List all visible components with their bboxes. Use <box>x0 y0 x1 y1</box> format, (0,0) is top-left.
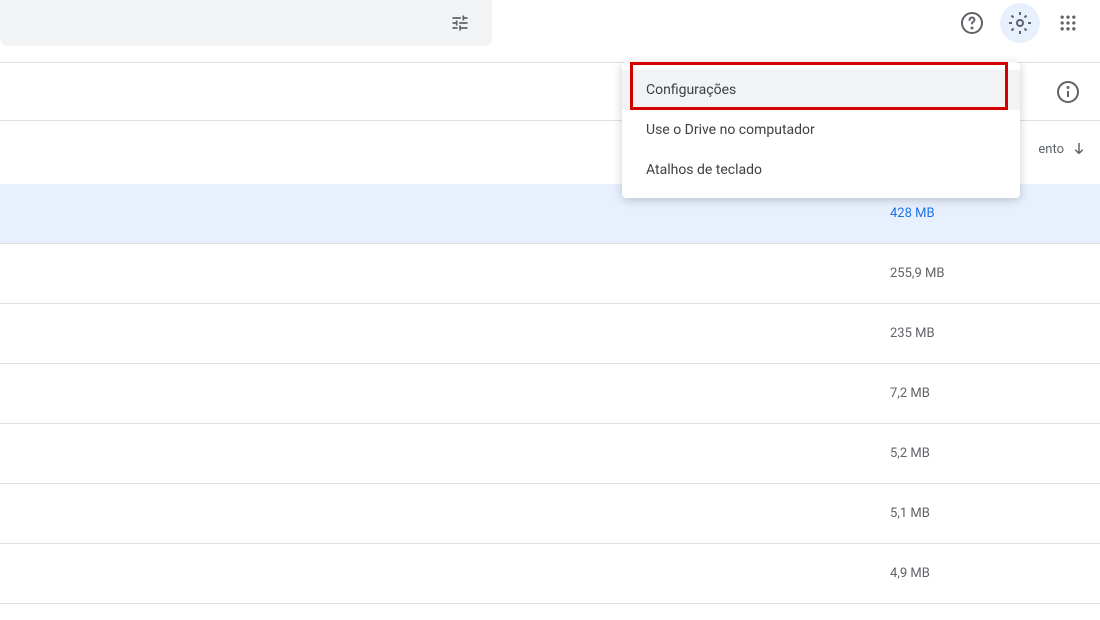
top-icons <box>952 0 1100 46</box>
file-size: 428 MB <box>890 206 980 221</box>
file-size: 5,1 MB <box>890 506 980 521</box>
sort-label: ento <box>1038 142 1064 157</box>
sort-header[interactable]: ento <box>1038 140 1088 158</box>
settings-dropdown: Configurações Use o Drive no computador … <box>622 62 1020 198</box>
file-row[interactable]: 7,2 MB <box>0 364 1100 424</box>
apps-icon[interactable] <box>1048 3 1088 43</box>
help-icon[interactable] <box>952 3 992 43</box>
file-size: 235 MB <box>890 326 980 341</box>
tune-icon[interactable] <box>440 3 480 43</box>
sort-arrow-down-icon <box>1070 140 1088 158</box>
file-row[interactable]: 255,9 MB <box>0 244 1100 304</box>
file-list: 428 MB 255,9 MB 235 MB 7,2 MB 5,2 MB 5,1… <box>0 184 1100 604</box>
menu-item-drive-desktop[interactable]: Use o Drive no computador <box>622 110 1020 150</box>
menu-item-keyboard-shortcuts[interactable]: Atalhos de teclado <box>622 150 1020 190</box>
file-size: 5,2 MB <box>890 446 980 461</box>
file-row[interactable]: 5,2 MB <box>0 424 1100 484</box>
file-row[interactable]: 4,9 MB <box>0 544 1100 604</box>
search-bar[interactable] <box>0 0 492 46</box>
file-size: 7,2 MB <box>890 386 980 401</box>
info-icon[interactable] <box>1048 72 1088 112</box>
menu-item-settings[interactable]: Configurações <box>622 70 1020 110</box>
file-size: 255,9 MB <box>890 266 980 281</box>
file-size: 4,9 MB <box>890 566 980 581</box>
settings-icon[interactable] <box>1000 3 1040 43</box>
file-row[interactable]: 235 MB <box>0 304 1100 364</box>
file-row[interactable]: 5,1 MB <box>0 484 1100 544</box>
